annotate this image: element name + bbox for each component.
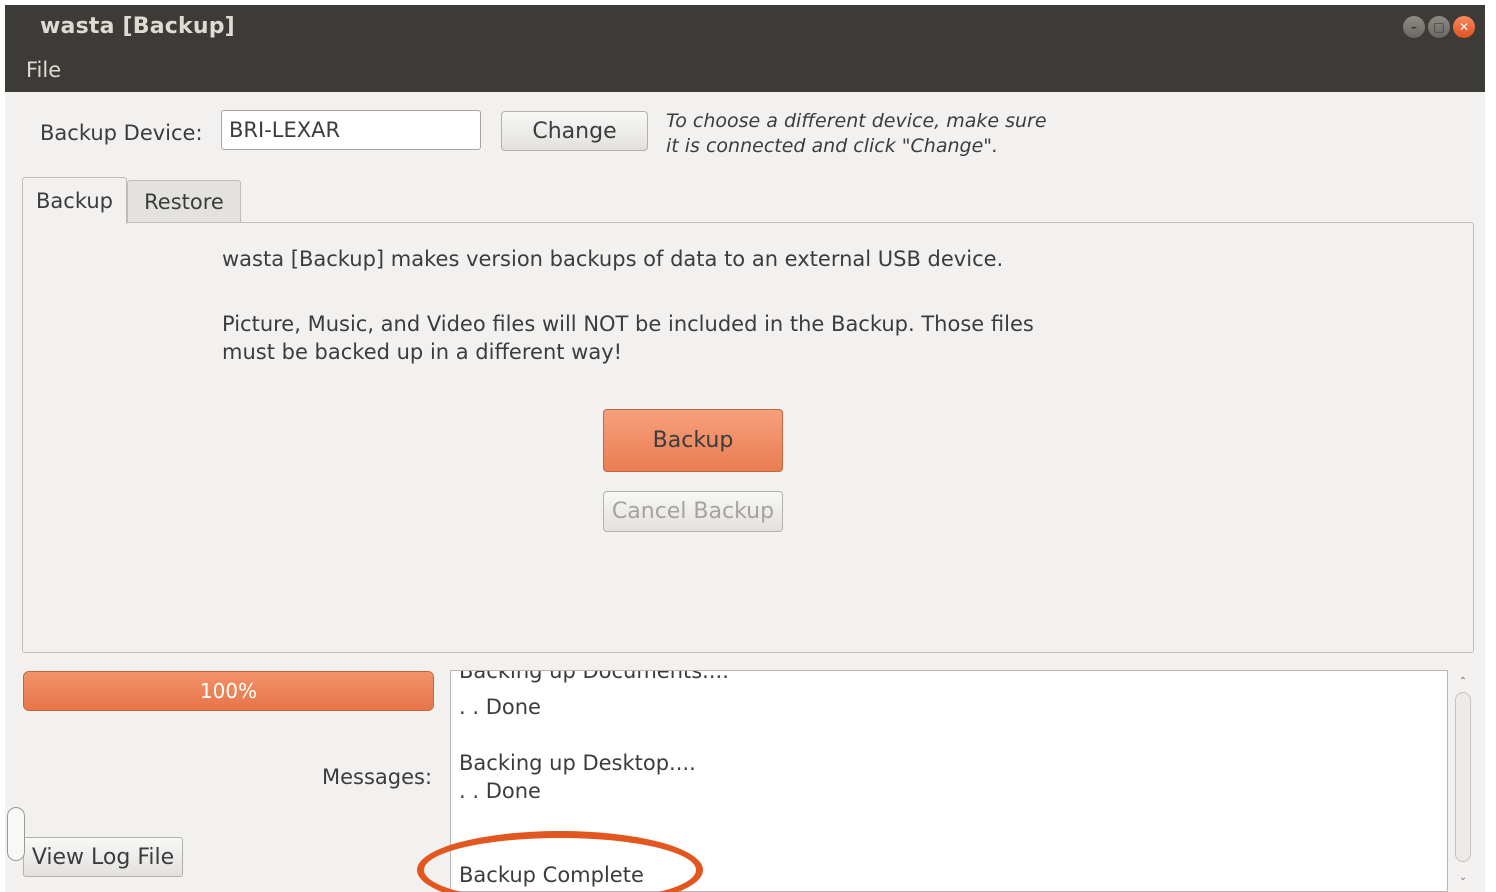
backup-description: wasta [Backup] makes version backups of … <box>222 247 1004 271</box>
message-line: . . Done <box>459 695 541 719</box>
backup-warning-line-1: Picture, Music, and Video files will NOT… <box>222 312 1034 336</box>
message-line: Backing up Desktop.... <box>459 751 696 775</box>
backup-button[interactable]: Backup <box>603 409 783 472</box>
scroll-up-icon[interactable]: ⌃ <box>1455 670 1471 692</box>
backup-warning: Picture, Music, and Video files will NOT… <box>222 310 1034 366</box>
window-title: wasta [Backup] <box>40 14 235 39</box>
close-icon[interactable]: ✕ <box>1453 16 1475 38</box>
window-controls: – □ ✕ <box>1403 16 1475 38</box>
message-line: Backing up Documents.... <box>459 670 729 683</box>
messages-label: Messages: <box>322 765 433 789</box>
progress-bar: 100% <box>23 671 434 711</box>
tab-restore[interactable]: Restore <box>127 180 241 223</box>
backup-warning-line-2: must be backed up in a different way! <box>222 340 623 364</box>
scroll-track[interactable] <box>1455 692 1471 862</box>
tab-backup[interactable]: Backup <box>22 177 127 224</box>
messages-scrollbar[interactable]: ⌃ ⌄ <box>1452 670 1474 892</box>
change-device-button[interactable]: Change <box>501 111 648 151</box>
menu-bar: File <box>5 49 1485 92</box>
backup-device-field[interactable] <box>221 110 481 150</box>
app-window: wasta [Backup] – □ ✕ File Backup Device:… <box>5 5 1485 892</box>
device-hint-line-2: it is connected and click "Change". <box>666 135 999 157</box>
scroll-thumb[interactable] <box>7 807 25 861</box>
title-bar[interactable]: wasta [Backup] – □ ✕ <box>5 5 1485 49</box>
device-hint: To choose a different device, make sure … <box>666 109 1047 159</box>
backup-device-label: Backup Device: <box>40 121 203 145</box>
menu-file[interactable]: File <box>26 58 61 82</box>
device-hint-line-1: To choose a different device, make sure <box>666 110 1047 132</box>
cancel-backup-button[interactable]: Cancel Backup <box>603 491 783 532</box>
progress-label: 100% <box>199 679 258 703</box>
view-log-file-button[interactable]: View Log File <box>23 837 183 877</box>
scroll-down-icon[interactable]: ⌄ <box>1455 866 1471 888</box>
maximize-icon[interactable]: □ <box>1428 16 1450 38</box>
message-line: . . Done <box>459 779 541 803</box>
minimize-icon[interactable]: – <box>1403 16 1425 38</box>
